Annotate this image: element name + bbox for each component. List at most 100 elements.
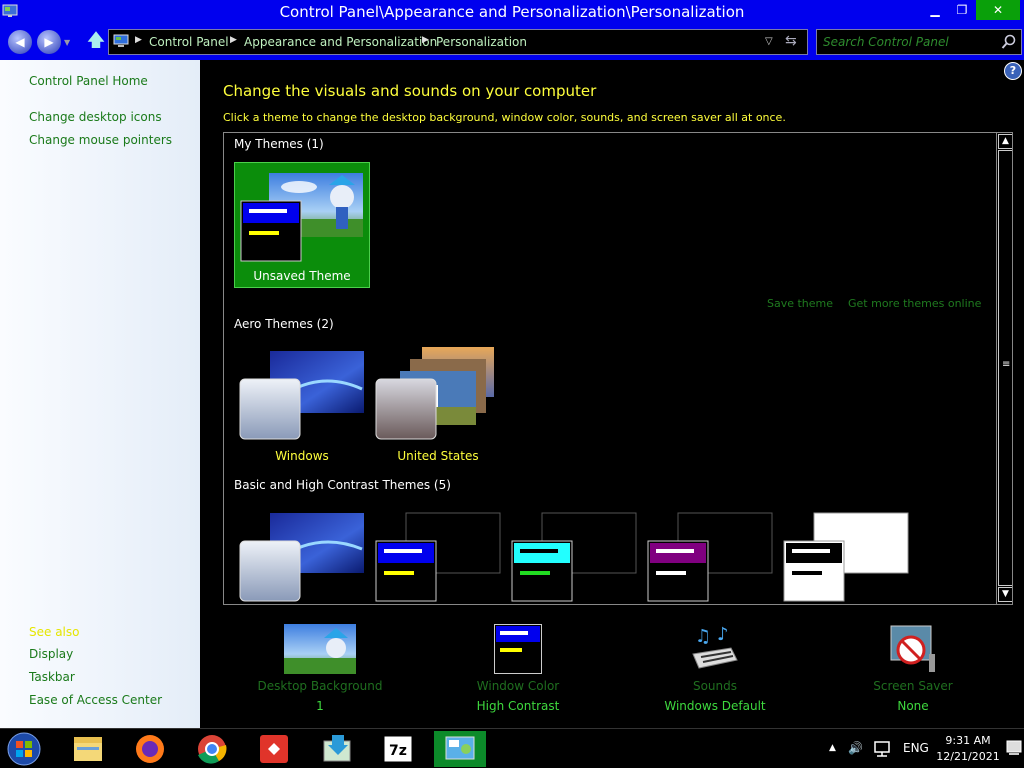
breadcrumb-control-panel[interactable]: Control Panel xyxy=(149,35,229,49)
chevron-down-icon[interactable]: ▽ xyxy=(765,36,773,47)
windows-theme-preview xyxy=(239,351,364,440)
title-bar: Control Panel\Appearance and Personaliza… xyxy=(0,0,1024,24)
setting-name[interactable]: Screen Saver xyxy=(833,679,993,693)
recent-pages-dropdown[interactable]: ▼ xyxy=(64,38,70,47)
search-input[interactable] xyxy=(823,34,993,50)
system-clock[interactable]: 9:31 AM 12/21/2021 xyxy=(936,733,1000,765)
show-hidden-icons[interactable]: ▲ xyxy=(829,743,836,753)
theme-list-scrollbar[interactable]: ▲ ≡ ▼ xyxy=(996,133,1012,604)
minimize-button[interactable]: ▁ xyxy=(922,0,948,20)
help-icon[interactable]: ? xyxy=(1004,62,1022,80)
clock-time: 9:31 AM xyxy=(945,734,991,747)
unsaved-theme-preview xyxy=(240,173,363,262)
7zip-label: 7z xyxy=(389,743,407,759)
theme-label: Unsaved Theme xyxy=(253,269,351,283)
breadcrumb-personalization[interactable]: Personalization xyxy=(436,35,527,49)
svg-text:♪: ♪ xyxy=(717,624,729,645)
high-contrast-white-preview xyxy=(783,512,909,602)
windows-basic-theme-preview xyxy=(239,513,364,602)
page-description: Click a theme to change the desktop back… xyxy=(223,111,786,124)
see-also-heading: See also xyxy=(29,625,80,639)
address-bar[interactable]: ▶ Control Panel ▶ Appearance and Persona… xyxy=(108,29,808,55)
setting-value[interactable]: None xyxy=(833,699,993,713)
search-icon[interactable] xyxy=(1001,34,1017,50)
window-title: Control Panel\Appearance and Personaliza… xyxy=(279,3,745,21)
start-button[interactable] xyxy=(4,731,44,767)
computer-icon xyxy=(113,34,129,47)
search-box[interactable] xyxy=(816,29,1022,55)
taskbar-7zip[interactable]: 7z xyxy=(372,731,424,767)
ease-of-access-link[interactable]: Ease of Access Center xyxy=(29,693,162,707)
taskbar-control-panel[interactable] xyxy=(434,731,486,767)
forward-button[interactable]: ▶ xyxy=(37,30,61,54)
desktop-background-icon xyxy=(284,624,356,674)
maximize-button[interactable]: ❐ xyxy=(948,0,976,20)
taskbar-link[interactable]: Taskbar xyxy=(29,670,75,684)
control-panel-home-link[interactable]: Control Panel Home xyxy=(29,74,148,88)
installer-icon xyxy=(323,735,351,762)
screen-saver-icon xyxy=(890,625,935,672)
taskbar-installer[interactable] xyxy=(310,731,362,767)
scroll-thumb[interactable]: ≡ xyxy=(998,150,1012,586)
chrome-icon xyxy=(198,735,227,764)
display-link[interactable]: Display xyxy=(29,647,73,661)
breadcrumb-separator[interactable]: ▶ xyxy=(135,35,142,45)
basic-themes-heading: Basic and High Contrast Themes (5) xyxy=(234,478,451,492)
back-button[interactable]: ◀ xyxy=(8,30,32,54)
page-title: Change the visuals and sounds on your co… xyxy=(223,82,597,100)
close-button[interactable]: ✕ xyxy=(976,0,1020,20)
file-explorer-icon xyxy=(74,737,102,761)
change-desktop-icons-link[interactable]: Change desktop icons xyxy=(29,110,162,124)
setting-name[interactable]: Sounds xyxy=(635,679,795,693)
setting-value[interactable]: 1 xyxy=(240,699,400,713)
refresh-icon[interactable]: ⇆ xyxy=(785,33,797,49)
window-color-icon xyxy=(494,624,542,674)
setting-name[interactable]: Desktop Background xyxy=(240,679,400,693)
taskbar: 7z ▲ 🔊 ENG 9:31 AM 12/21/2021 xyxy=(0,728,1024,768)
theme-high-contrast-2[interactable] xyxy=(506,507,642,604)
notification-icon[interactable] xyxy=(1006,739,1022,759)
aero-themes-heading: Aero Themes (2) xyxy=(234,317,334,331)
high-contrast-black-preview xyxy=(647,512,773,602)
svg-text:♫: ♫ xyxy=(695,626,711,647)
7zip-icon: 7z xyxy=(383,735,413,763)
theme-windows-basic[interactable] xyxy=(234,507,370,604)
language-indicator[interactable]: ENG xyxy=(903,741,929,755)
theme-windows[interactable]: Windows xyxy=(234,343,370,467)
forward-arrow-icon: ▶ xyxy=(44,35,54,49)
united-states-theme-preview xyxy=(375,347,494,440)
anydesk-icon xyxy=(260,735,288,763)
scroll-down-button[interactable]: ▼ xyxy=(998,587,1012,602)
taskbar-file-explorer[interactable] xyxy=(62,731,114,767)
setting-value[interactable]: High Contrast xyxy=(438,699,598,713)
theme-high-contrast-white[interactable] xyxy=(778,507,914,604)
sounds-icon: ♫ ♪ xyxy=(692,624,738,669)
theme-united-states[interactable]: United States xyxy=(370,343,506,467)
theme-high-contrast-1[interactable] xyxy=(370,507,506,604)
content-pane: ? Change the visuals and sounds on your … xyxy=(200,60,1024,728)
theme-high-contrast-black[interactable] xyxy=(642,507,778,604)
get-more-themes-link[interactable]: Get more themes online xyxy=(848,297,981,310)
setting-name[interactable]: Window Color xyxy=(438,679,598,693)
taskbar-chrome[interactable] xyxy=(186,731,238,767)
scroll-up-button[interactable]: ▲ xyxy=(998,134,1012,149)
breadcrumb-separator[interactable]: ▶ xyxy=(230,35,237,45)
save-theme-link[interactable]: Save theme xyxy=(767,297,833,310)
up-arrow-icon[interactable]: 🡅 xyxy=(86,32,106,52)
task-pane: Control Panel Home Change desktop icons … xyxy=(0,60,200,728)
breadcrumb-appearance[interactable]: Appearance and Personalization xyxy=(244,35,437,49)
high-contrast-1-preview xyxy=(375,512,501,602)
control-panel-icon xyxy=(445,736,475,760)
network-icon[interactable] xyxy=(873,740,891,758)
theme-label: Windows xyxy=(275,449,329,463)
volume-icon[interactable]: 🔊 xyxy=(848,741,863,755)
theme-unsaved[interactable]: Unsaved Theme xyxy=(234,162,370,288)
firefox-icon xyxy=(136,735,164,763)
setting-value[interactable]: Windows Default xyxy=(635,699,795,713)
back-arrow-icon: ◀ xyxy=(15,35,25,49)
my-themes-heading: My Themes (1) xyxy=(234,137,324,151)
breadcrumb-separator[interactable]: ▶ xyxy=(422,35,429,45)
taskbar-anydesk[interactable] xyxy=(248,731,300,767)
change-mouse-pointers-link[interactable]: Change mouse pointers xyxy=(29,133,172,147)
taskbar-firefox[interactable] xyxy=(124,731,176,767)
